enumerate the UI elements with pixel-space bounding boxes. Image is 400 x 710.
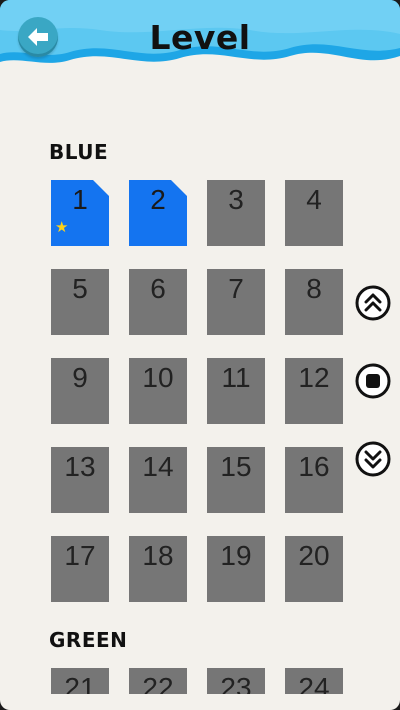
level-tile-9[interactable]: 9 bbox=[51, 358, 109, 424]
level-number: 11 bbox=[221, 362, 251, 393]
level-tile-13[interactable]: 13 bbox=[51, 447, 109, 513]
level-tile-6[interactable]: 6 bbox=[129, 269, 187, 335]
level-tile-8[interactable]: 8 bbox=[285, 269, 343, 335]
level-tile-1[interactable]: 1 ★ bbox=[51, 180, 109, 246]
level-number: 16 bbox=[298, 451, 330, 482]
level-number: 18 bbox=[142, 540, 174, 571]
level-number: 9 bbox=[72, 362, 88, 393]
level-number: 22 bbox=[142, 672, 174, 694]
level-tile-5[interactable]: 5 bbox=[51, 269, 109, 335]
level-tile-14[interactable]: 14 bbox=[129, 447, 187, 513]
section-label-green: GREEN bbox=[49, 628, 128, 652]
level-number: 19 bbox=[220, 540, 252, 571]
level-number: 14 bbox=[142, 451, 174, 482]
level-number: 21 bbox=[64, 672, 96, 694]
level-number: 10 bbox=[142, 362, 174, 393]
level-number: 17 bbox=[64, 540, 96, 571]
level-number: 13 bbox=[64, 451, 96, 482]
level-number: 4 bbox=[306, 184, 322, 215]
stop-icon bbox=[355, 363, 391, 399]
level-tile-3[interactable]: 3 bbox=[207, 180, 265, 246]
level-number: 8 bbox=[306, 273, 322, 304]
double-chevron-up-icon bbox=[355, 285, 391, 321]
level-number: 3 bbox=[228, 184, 244, 215]
scroll-down-button[interactable] bbox=[355, 441, 391, 477]
level-tile-15[interactable]: 15 bbox=[207, 447, 265, 513]
level-tile-16[interactable]: 16 bbox=[285, 447, 343, 513]
level-tile-22[interactable]: 22 bbox=[129, 668, 187, 694]
scroll-up-button[interactable] bbox=[355, 285, 391, 321]
level-number: 12 bbox=[298, 362, 330, 393]
level-tile-18[interactable]: 18 bbox=[129, 536, 187, 602]
folded-corner bbox=[93, 180, 109, 196]
level-tile-19[interactable]: 19 bbox=[207, 536, 265, 602]
level-number: 23 bbox=[220, 672, 252, 694]
level-tile-23[interactable]: 23 bbox=[207, 668, 265, 694]
level-tile-12[interactable]: 12 bbox=[285, 358, 343, 424]
level-number: 20 bbox=[298, 540, 330, 571]
level-number: 5 bbox=[72, 273, 88, 304]
level-tile-21[interactable]: 21 bbox=[51, 668, 109, 694]
section-label-blue: BLUE bbox=[49, 140, 109, 164]
level-select-screen: Level BLUE 1 ★ 2 3 4 5 6 7 8 9 10 11 12 13 14 15 16 17 18 19… bbox=[0, 0, 400, 710]
level-tile-10[interactable]: 10 bbox=[129, 358, 187, 424]
level-tile-7[interactable]: 7 bbox=[207, 269, 265, 335]
level-tile-2[interactable]: 2 bbox=[129, 180, 187, 246]
level-tile-4[interactable]: 4 bbox=[285, 180, 343, 246]
double-chevron-down-icon bbox=[355, 441, 391, 477]
level-tile-17[interactable]: 17 bbox=[51, 536, 109, 602]
stop-button[interactable] bbox=[355, 363, 391, 399]
folded-corner bbox=[171, 180, 187, 196]
level-number: 7 bbox=[228, 273, 244, 304]
level-number: 15 bbox=[220, 451, 252, 482]
star-icon: ★ bbox=[55, 218, 69, 236]
level-number: 24 bbox=[298, 672, 330, 694]
level-tile-24[interactable]: 24 bbox=[285, 668, 343, 694]
level-grid-area: BLUE 1 ★ 2 3 4 5 6 7 8 9 10 11 12 13 14 15 16 17 18 19 20 GREE… bbox=[0, 0, 400, 694]
level-number: 6 bbox=[150, 273, 166, 304]
level-tile-11[interactable]: 11 bbox=[207, 358, 265, 424]
level-tile-20[interactable]: 20 bbox=[285, 536, 343, 602]
